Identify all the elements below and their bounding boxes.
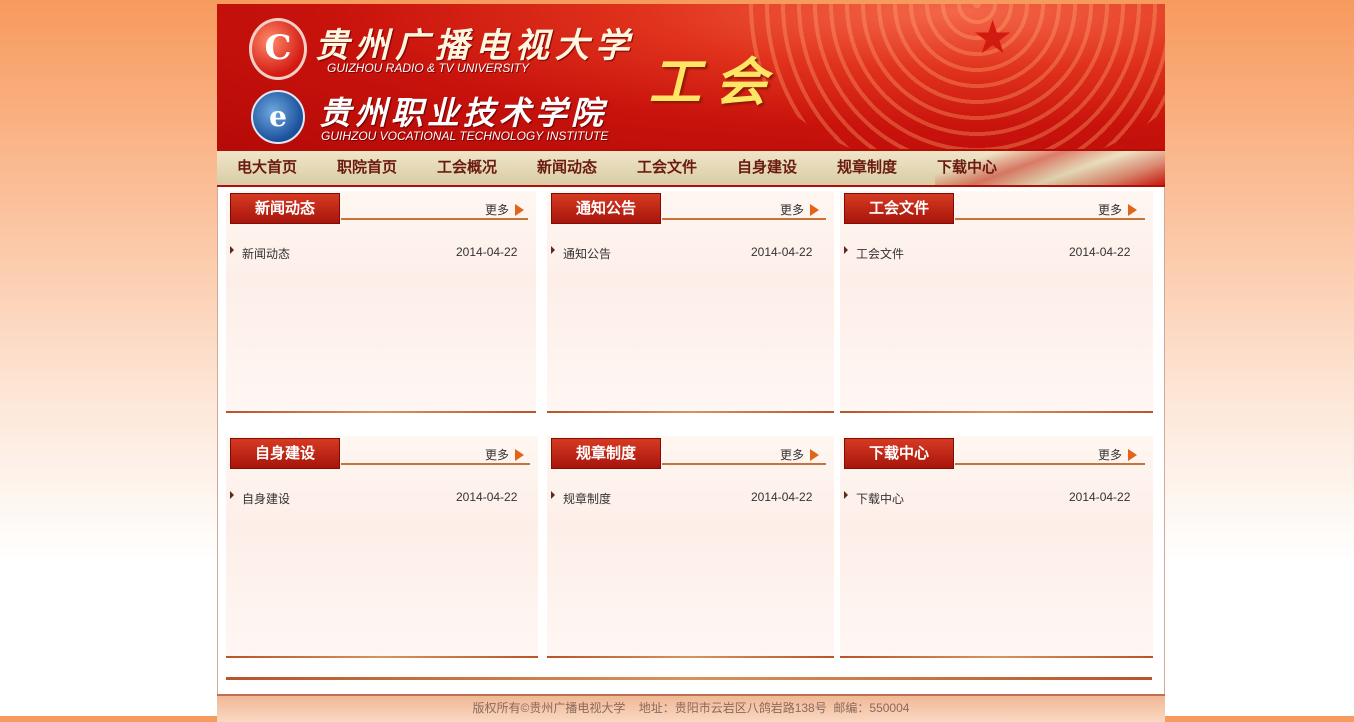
panel-regulations: 规章制度 更多 规章制度 2014-04-22 xyxy=(547,436,834,658)
list-item-title[interactable]: 下载中心 xyxy=(856,490,904,507)
panel-divider xyxy=(840,411,1153,413)
panel-title-underline xyxy=(955,218,1145,220)
banner-decoration xyxy=(737,4,1165,150)
arrow-right-icon xyxy=(515,203,525,216)
list-item: 下载中心 2014-04-22 xyxy=(844,490,1139,506)
list-item: 新闻动态 2014-04-22 xyxy=(230,245,520,261)
bullet-icon xyxy=(230,246,234,254)
arrow-right-icon xyxy=(515,448,525,461)
list-item-date: 2014-04-22 xyxy=(751,245,813,259)
footer: 版权所有©贵州广播电视大学 地址：贵阳市云岩区八鸽岩路138号 邮编：55000… xyxy=(217,694,1165,722)
list-item-date: 2014-04-22 xyxy=(456,490,518,504)
panel-news: 新闻动态 更多 新闻动态 2014-04-22 xyxy=(226,191,536,413)
list-item-date: 2014-04-22 xyxy=(456,245,518,259)
list-item: 自身建设 2014-04-22 xyxy=(230,490,520,506)
panel-title[interactable]: 通知公告 xyxy=(551,193,661,224)
star-icon: ★ xyxy=(972,10,1014,64)
university-name: 贵州广播电视大学 xyxy=(315,26,635,66)
page: ★ C 贵州广播电视大学 GUIZHOU RADIO & TV UNIVERSI… xyxy=(217,4,1165,722)
more-label: 更多 xyxy=(1098,203,1123,217)
arrow-right-icon xyxy=(1128,203,1138,216)
nav-item-tvu-home[interactable]: 电大首页 xyxy=(237,151,297,185)
more-link[interactable]: 更多 xyxy=(1098,446,1138,463)
more-link[interactable]: 更多 xyxy=(485,446,525,463)
arrow-right-icon xyxy=(810,203,820,216)
nav-item-self-building[interactable]: 自身建设 xyxy=(737,151,797,185)
university-name-en: GUIZHOU RADIO & TV UNIVERSITY xyxy=(327,61,530,75)
bullet-icon xyxy=(551,246,555,254)
footer-copyright: 版权所有©贵州广播电视大学 地址：贵阳市云岩区八鸽岩路138号 邮编：55000… xyxy=(472,701,910,715)
nav-item-union-overview[interactable]: 工会概况 xyxy=(437,151,497,185)
panel-union-documents: 工会文件 更多 工会文件 2014-04-22 xyxy=(840,191,1153,413)
header-banner: ★ C 贵州广播电视大学 GUIZHOU RADIO & TV UNIVERSI… xyxy=(217,4,1165,150)
arrow-right-icon xyxy=(810,448,820,461)
panel-title-underline xyxy=(662,463,826,465)
panel-self-building: 自身建设 更多 自身建设 2014-04-22 xyxy=(226,436,538,658)
list-item-date: 2014-04-22 xyxy=(1069,245,1131,259)
panel-divider xyxy=(226,411,536,413)
panel-title-underline xyxy=(341,463,530,465)
panel-title[interactable]: 自身建设 xyxy=(230,438,340,469)
list-item-title[interactable]: 规章制度 xyxy=(563,490,611,507)
list-item: 工会文件 2014-04-22 xyxy=(844,245,1139,261)
nav-item-union-documents[interactable]: 工会文件 xyxy=(637,151,697,185)
bullet-icon xyxy=(551,491,555,499)
panel-title-underline xyxy=(341,218,528,220)
main-nav: 电大首页 职院首页 工会概况 新闻动态 工会文件 自身建设 规章制度 下载中心 xyxy=(217,149,1165,187)
list-item: 规章制度 2014-04-22 xyxy=(551,490,821,506)
nav-item-downloads[interactable]: 下载中心 xyxy=(937,151,997,185)
list-item-title[interactable]: 通知公告 xyxy=(563,245,611,262)
panel-divider xyxy=(840,656,1153,658)
list-item-date: 2014-04-22 xyxy=(751,490,813,504)
bullet-icon xyxy=(844,246,848,254)
university-logo[interactable]: C xyxy=(249,18,307,80)
list-item-title[interactable]: 自身建设 xyxy=(242,490,290,507)
more-label: 更多 xyxy=(780,203,805,217)
footer-divider xyxy=(226,677,1152,680)
list-item-title[interactable]: 工会文件 xyxy=(856,245,904,262)
panel-title[interactable]: 下载中心 xyxy=(844,438,954,469)
nav-item-regulations[interactable]: 规章制度 xyxy=(837,151,897,185)
institute-logo[interactable]: e xyxy=(251,90,305,144)
more-label: 更多 xyxy=(485,203,510,217)
bullet-icon xyxy=(844,491,848,499)
section-title: 工会 xyxy=(649,52,782,113)
arrow-right-icon xyxy=(1128,448,1138,461)
more-label: 更多 xyxy=(1098,448,1123,462)
content-area: 新闻动态 更多 新闻动态 2014-04-22 通知公告 更多 通知公告 201… xyxy=(217,187,1165,695)
bullet-icon xyxy=(230,491,234,499)
panel-downloads: 下载中心 更多 下载中心 2014-04-22 xyxy=(840,436,1153,658)
nav-item-institute-home[interactable]: 职院首页 xyxy=(337,151,397,185)
list-item: 通知公告 2014-04-22 xyxy=(551,245,821,261)
more-link[interactable]: 更多 xyxy=(1098,201,1138,218)
list-item-date: 2014-04-22 xyxy=(1069,490,1131,504)
panel-title[interactable]: 规章制度 xyxy=(551,438,661,469)
institute-name: 贵州职业技术学院 xyxy=(319,94,608,132)
panel-title-underline xyxy=(662,218,826,220)
more-link[interactable]: 更多 xyxy=(780,201,820,218)
panel-divider xyxy=(226,656,538,658)
panel-title[interactable]: 新闻动态 xyxy=(230,193,340,224)
institute-name-en: GUIHZOU VOCATIONAL TECHNOLOGY INSTITUTE xyxy=(321,129,609,143)
nav-item-news[interactable]: 新闻动态 xyxy=(537,151,597,185)
panel-title-underline xyxy=(955,463,1145,465)
list-item-title[interactable]: 新闻动态 xyxy=(242,245,290,262)
more-label: 更多 xyxy=(485,448,510,462)
panel-divider xyxy=(547,656,834,658)
more-label: 更多 xyxy=(780,448,805,462)
panel-title[interactable]: 工会文件 xyxy=(844,193,954,224)
more-link[interactable]: 更多 xyxy=(780,446,820,463)
panel-notices: 通知公告 更多 通知公告 2014-04-22 xyxy=(547,191,834,413)
more-link[interactable]: 更多 xyxy=(485,201,525,218)
panel-divider xyxy=(547,411,834,413)
